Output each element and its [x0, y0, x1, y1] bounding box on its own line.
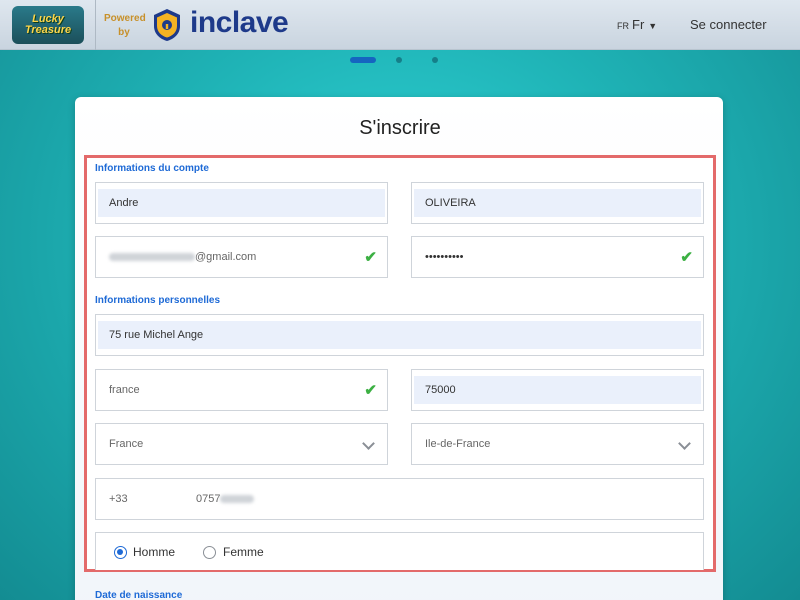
first-name-fill [98, 189, 385, 217]
step-indicator [0, 57, 800, 65]
email-suffix: @gmail.com [195, 251, 257, 263]
step-dot-1-active[interactable] [350, 57, 376, 63]
radio-homme[interactable] [114, 546, 127, 559]
region-value: Ile-de-France [425, 438, 491, 450]
step-dot-2[interactable] [396, 57, 402, 63]
phone-number: 0757 [196, 493, 255, 505]
first-name-field[interactable]: Andre [95, 182, 388, 224]
language-selector[interactable]: FR Fr ▼ [617, 17, 657, 32]
email-field[interactable]: @gmail.com ✔ [95, 236, 388, 278]
postal-code-value: 75000 [425, 384, 456, 396]
powered-by-label: Powered by [104, 13, 146, 38]
region-select[interactable]: Ile-de-France [411, 423, 704, 465]
first-name-value: Andre [109, 197, 139, 209]
language-code: FR [617, 21, 629, 31]
blurred-phone-digits [220, 495, 255, 504]
logo-text: Lucky Treasure [24, 13, 72, 36]
inclave-shield-icon [154, 9, 180, 41]
chevron-down-icon [362, 437, 375, 450]
personal-section-label: Informations personnelles [95, 295, 221, 306]
radio-homme-label[interactable]: Homme [133, 545, 175, 559]
login-link[interactable]: Se connecter [690, 17, 767, 32]
city-value: france [109, 384, 140, 396]
blurred-email-user [109, 253, 195, 262]
lucky-treasure-logo[interactable]: Lucky Treasure [12, 6, 84, 44]
password-value: •••••••••• [425, 251, 464, 263]
email-value: @gmail.com [109, 251, 256, 263]
last-name-field[interactable]: OLIVEIRA [411, 182, 704, 224]
signup-title: S'inscrire [359, 117, 441, 139]
account-section-label: Informations du compte [95, 163, 209, 174]
language-label: Fr [632, 17, 645, 32]
chevron-down-icon [678, 437, 691, 450]
phone-field[interactable]: +33 0757 [95, 478, 704, 520]
password-valid-check-icon: ✔ [680, 249, 693, 266]
city-field[interactable]: france ✔ [95, 369, 388, 411]
phone-prefix[interactable]: +33 [109, 493, 128, 505]
birth-date-section-label: Date de naissance [95, 590, 183, 600]
email-valid-check-icon: ✔ [364, 249, 377, 266]
radio-femme-label[interactable]: Femme [223, 545, 264, 559]
step-dot-3[interactable] [432, 57, 438, 63]
last-name-value: OLIVEIRA [425, 197, 476, 209]
city-valid-check-icon: ✔ [364, 382, 377, 399]
header-divider [95, 0, 96, 50]
top-navbar: Lucky Treasure Powered by inclave FR Fr ▼ … [0, 0, 800, 50]
phone-visible-digits: 0757 [196, 493, 221, 505]
radio-femme[interactable] [203, 546, 216, 559]
address-value: 75 rue Michel Ange [109, 329, 204, 341]
country-select[interactable]: France [95, 423, 388, 465]
inclave-brand-name[interactable]: inclave [190, 6, 289, 40]
postal-code-fill [414, 376, 701, 404]
address-field[interactable]: 75 rue Michel Ange [95, 314, 704, 356]
password-field[interactable]: •••••••••• ✔ [411, 236, 704, 278]
country-value: France [109, 438, 144, 450]
postal-code-field[interactable]: 75000 [411, 369, 704, 411]
caret-down-icon: ▼ [648, 21, 658, 31]
gender-field: Homme Femme [95, 532, 704, 570]
